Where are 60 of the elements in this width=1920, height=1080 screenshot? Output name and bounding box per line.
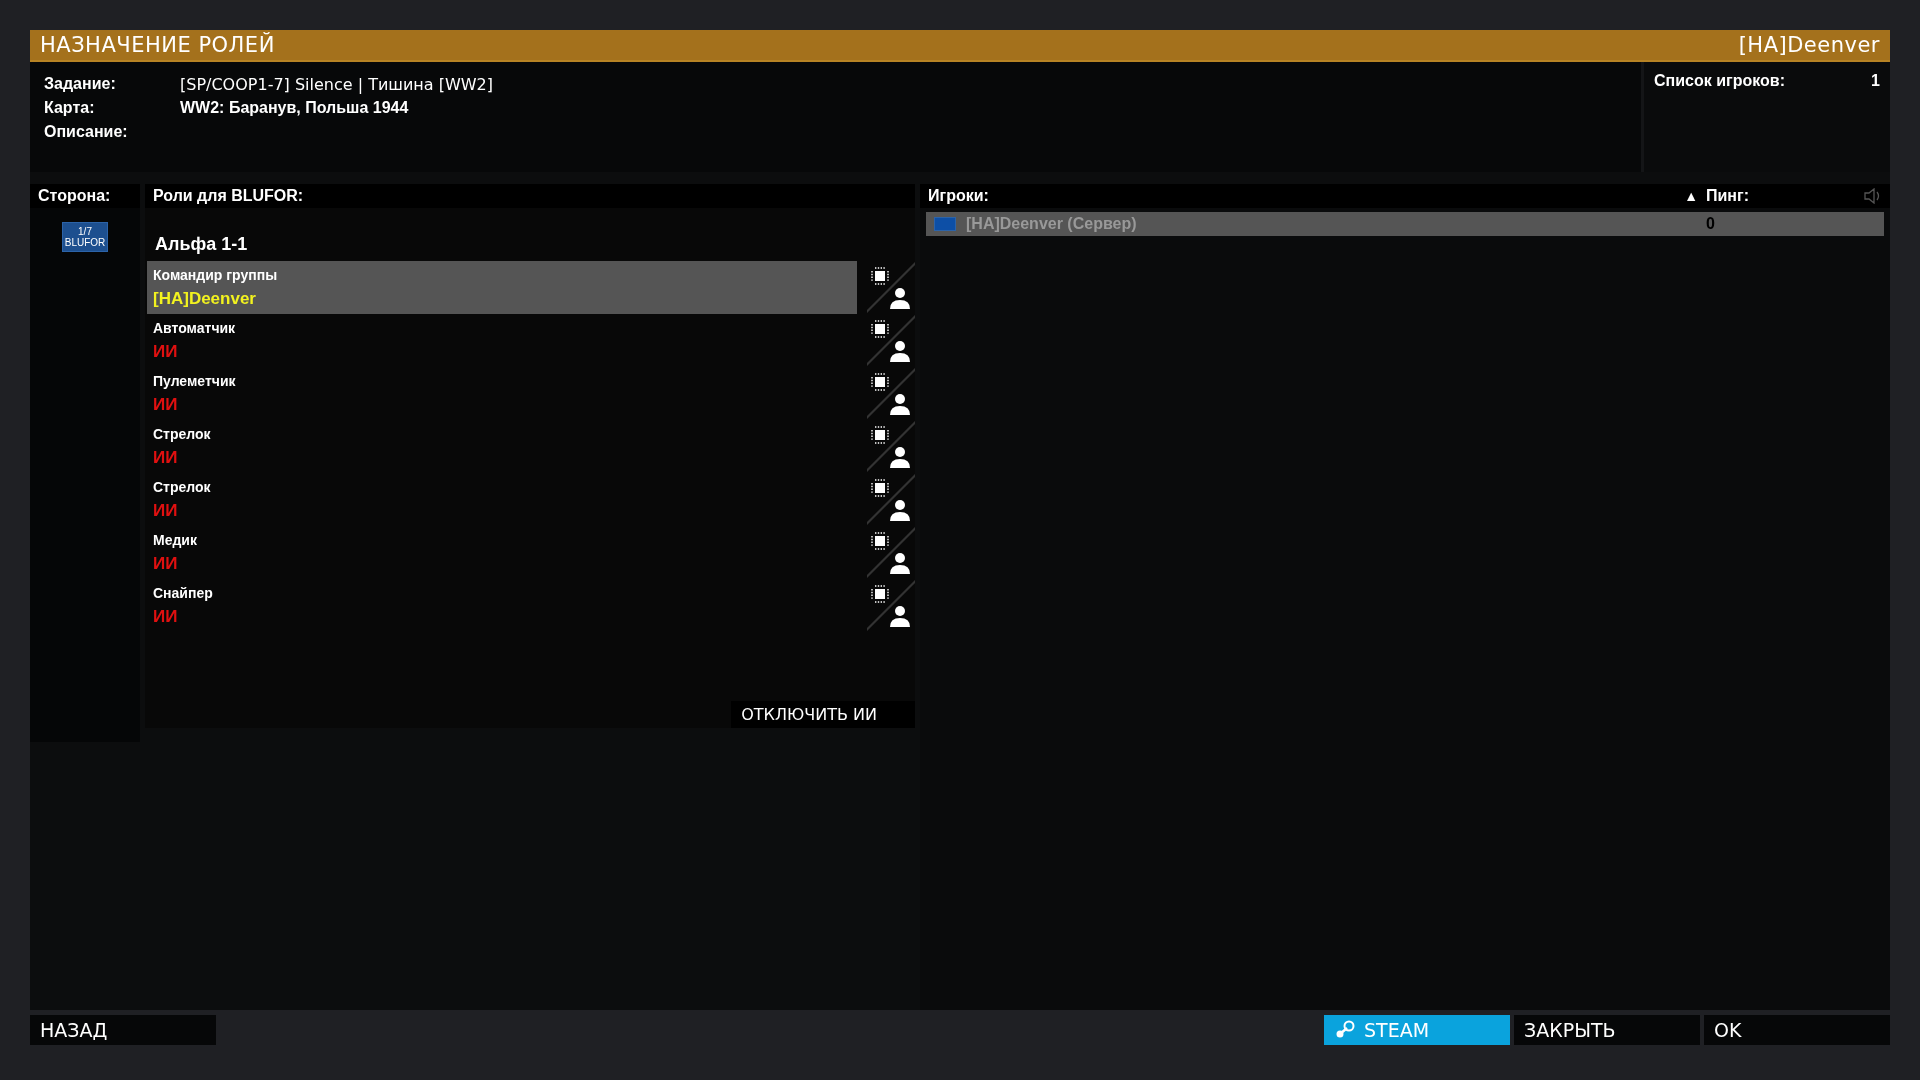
role-occupant: ИИ [153,341,179,362]
role-occupant: ИИ [153,394,179,415]
role-slot[interactable]: Стрелок ИИ [147,420,857,473]
person-icon[interactable] [889,605,911,627]
role-name: Автоматчик [153,319,237,336]
disable-ai-button[interactable]: ОТКЛЮЧИТЬ ИИ [731,701,915,728]
role-name: Стрелок [153,425,212,442]
person-icon[interactable] [889,287,911,309]
steam-logo-icon [1334,1020,1356,1040]
side-heading: Сторона: [38,187,111,205]
person-icon[interactable] [889,393,911,415]
field-value: [SP/COOP1-7] Silence | Тишина [WW2] [180,74,493,94]
field-value: WW2: Баранув, Польша 1944 [180,99,409,117]
role-slot[interactable]: Стрелок ИИ [147,473,857,526]
role-occupant: ИИ [153,553,179,574]
role-slot[interactable]: Автоматчик ИИ [147,314,857,367]
side-button[interactable]: 1/7 BLUFOR [62,222,108,252]
role-occupant: ИИ [153,606,179,627]
person-icon[interactable] [889,552,911,574]
role-slot[interactable]: Снайпер ИИ [147,579,857,632]
role-name: Снайпер [153,584,214,601]
player-list-label: Список игроков: [1654,72,1785,90]
chip-icon[interactable] [871,267,889,285]
chip-icon[interactable] [871,479,889,497]
role-slot[interactable]: Командир группы [HA]Deenver [147,261,857,314]
role-name: Пулеметчик [153,372,237,389]
footer-button[interactable]: OK [1704,1015,1890,1045]
role-name: Медик [153,531,198,548]
players-heading: Игроки: [928,187,989,205]
chip-icon[interactable] [871,426,889,444]
sort-arrow[interactable]: ▲ [1684,188,1698,204]
player-count: 1 [1871,72,1880,90]
person-icon[interactable] [889,340,911,362]
footer-button[interactable]: ЗАКРЫТЬ [1514,1015,1700,1045]
footer-button[interactable]: НАЗАД [30,1015,216,1045]
role-occupant: ИИ [153,500,179,521]
player-ping: 0 [1706,215,1716,233]
window-title: НАЗНАЧЕНИЕ РОЛЕЙ [40,33,275,57]
role-slot[interactable]: Пулеметчик ИИ [147,367,857,420]
field-label: Описание: [44,123,129,141]
chip-icon[interactable] [871,532,889,550]
group-name: Альфа 1-1 [154,233,249,256]
field-label: Карта: [44,99,96,117]
flag-icon [934,217,956,231]
chip-icon[interactable] [871,320,889,338]
role-name: Стрелок [153,478,212,495]
role-slot[interactable]: Медик ИИ [147,526,857,579]
roles-heading: Роли для BLUFOR: [153,187,304,205]
role-occupant: [HA]Deenver [153,288,257,309]
user-name: [HA]Deenver [1738,33,1880,57]
person-icon[interactable] [889,446,911,468]
speaker-icon[interactable] [1864,188,1882,204]
role-occupant: ИИ [153,447,179,468]
field-label: Задание: [44,75,117,93]
ping-heading: Пинг: [1706,187,1750,205]
chip-icon[interactable] [871,585,889,603]
role-name: Командир группы [153,266,279,283]
player-name: [HA]Deenver (Сервер) [966,215,1138,233]
chip-icon[interactable] [871,373,889,391]
person-icon[interactable] [889,499,911,521]
